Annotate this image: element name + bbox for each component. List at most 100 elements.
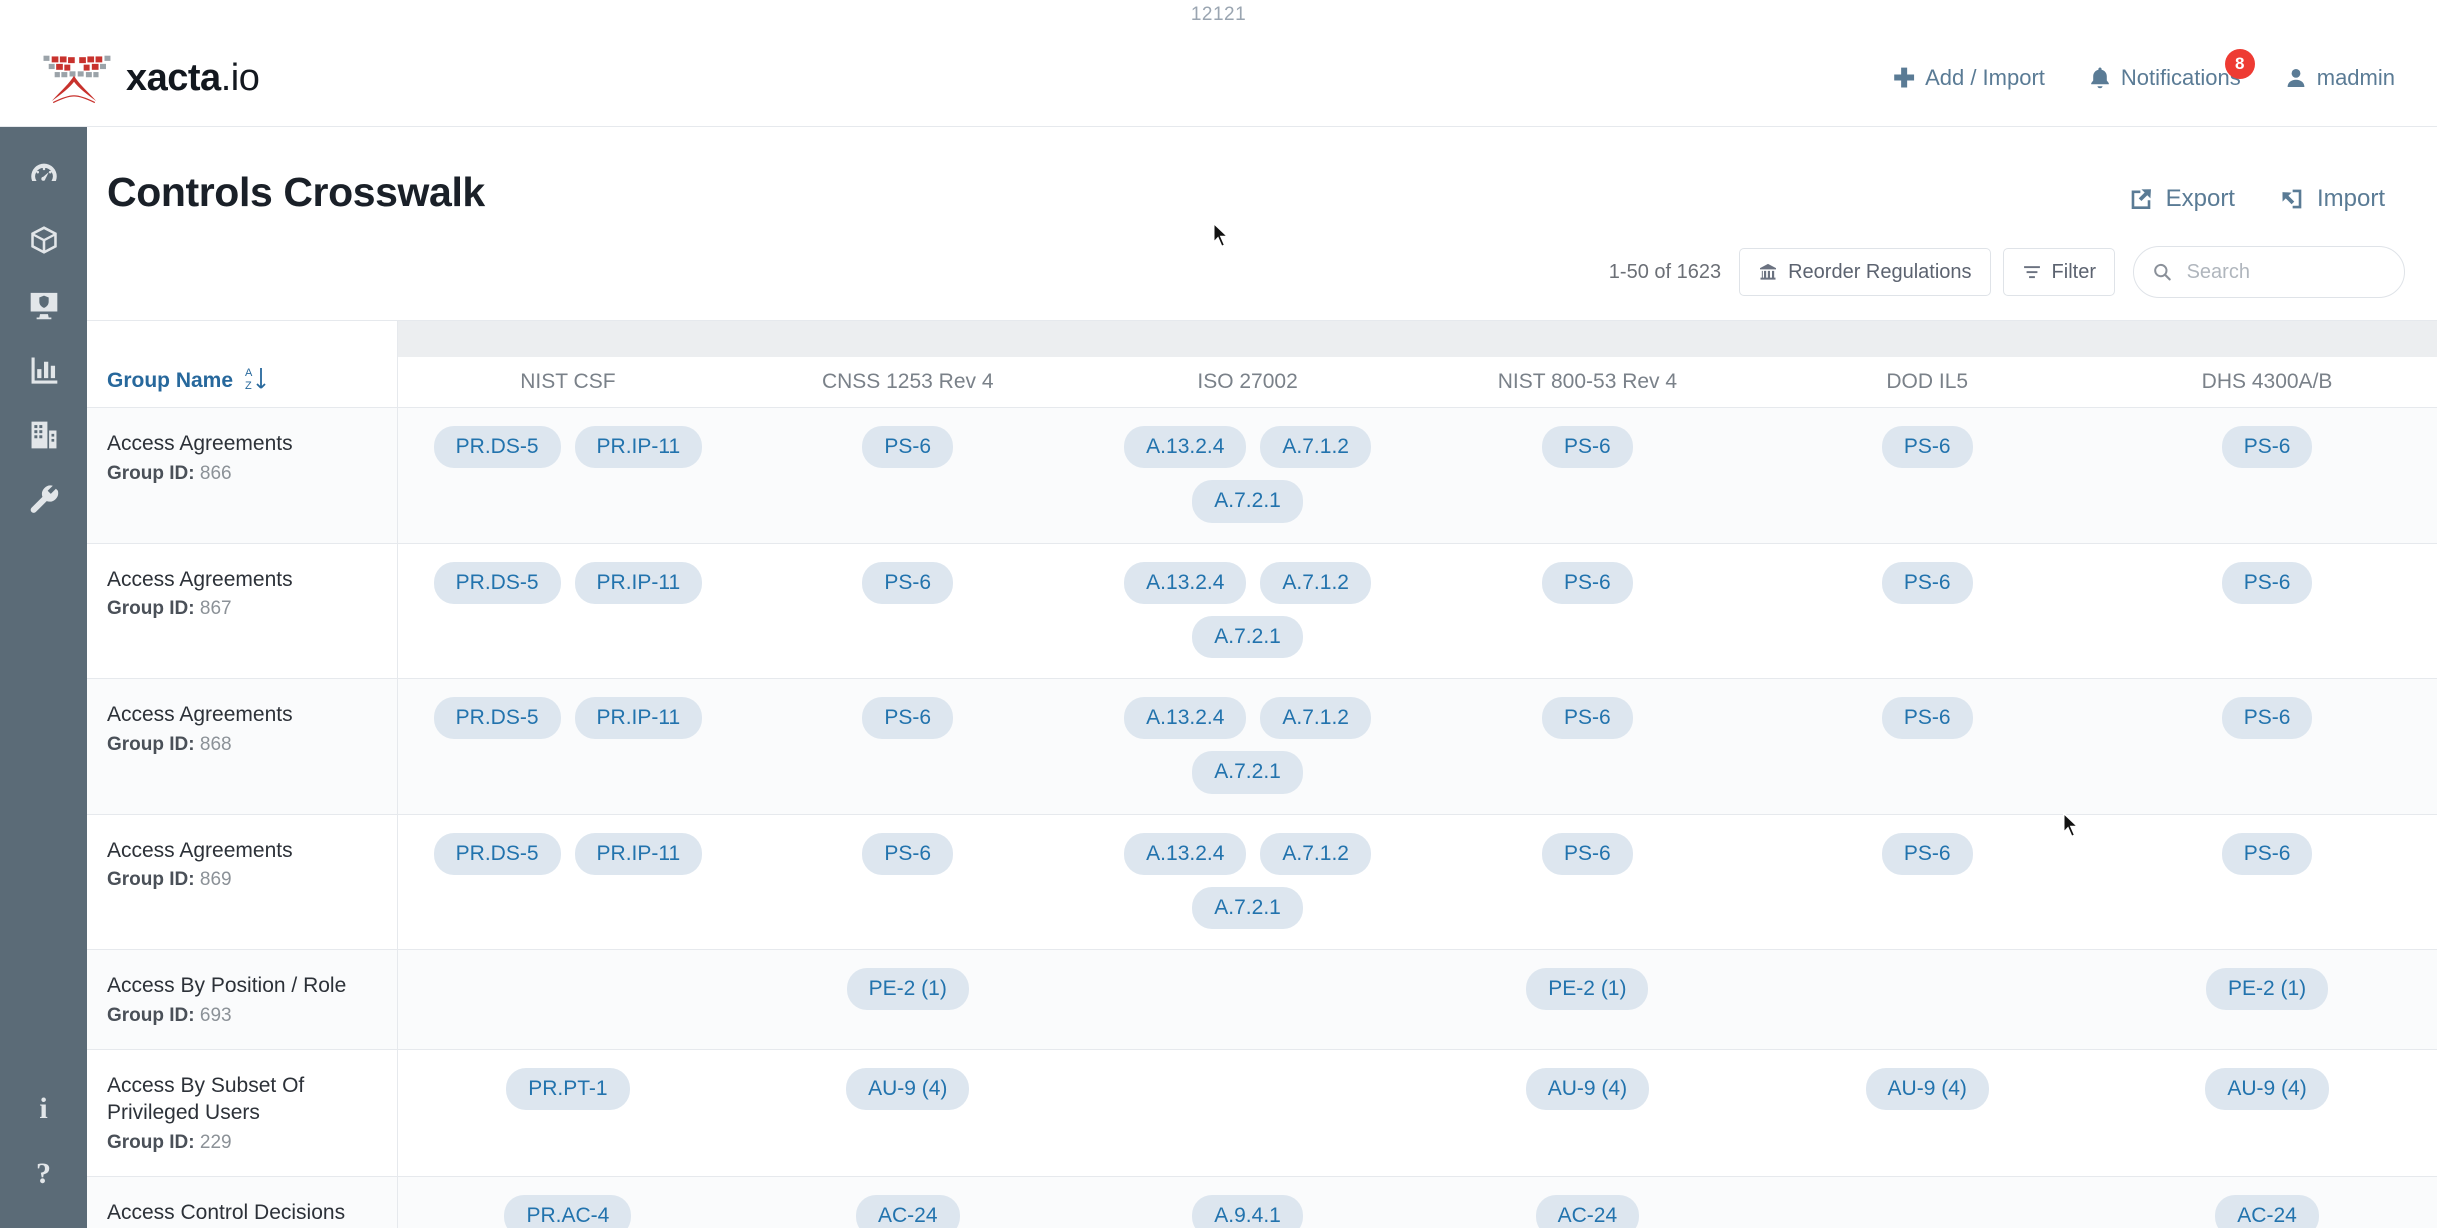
column-header[interactable]: DOD IL5	[1757, 370, 2097, 394]
column-header[interactable]: NIST 800-53 Rev 4	[1417, 370, 1757, 394]
regulation-cell: PS-6	[1417, 679, 1757, 814]
control-pill[interactable]: PS-6	[1881, 697, 1973, 740]
group-id-label: Group ID:	[107, 462, 195, 484]
control-pill[interactable]: PR.DS-5	[433, 832, 561, 875]
group-id-label: Group ID:	[107, 733, 195, 755]
sidebar-item-assets[interactable]	[0, 207, 87, 272]
table-row[interactable]: Access Control Decisions PR.AC-4 AC-24 A.9.…	[87, 1176, 2437, 1228]
regulation-cell: PS-6	[1757, 679, 2097, 814]
gauge-icon	[30, 163, 57, 181]
regulation-cell: PS-6	[1417, 815, 1757, 950]
control-pill[interactable]: PS-6	[862, 426, 954, 469]
user-name: madmin	[2316, 65, 2395, 90]
table-row[interactable]: Access Agreements Group ID: 867 PR.DS-5 PR.…	[87, 542, 2437, 679]
control-pill[interactable]: PR.DS-5	[433, 697, 561, 740]
control-pill[interactable]: A.7.2.1	[1192, 886, 1303, 929]
control-pill[interactable]: A.7.2.1	[1192, 480, 1303, 523]
control-pill[interactable]: AU-9 (4)	[1865, 1067, 1989, 1110]
filter-button[interactable]: Filter	[2002, 248, 2115, 296]
regulation-cell: PS-6	[2097, 679, 2437, 814]
add-import-button[interactable]: ✚ Add / Import	[1893, 65, 2045, 91]
table-row[interactable]: Access Agreements Group ID: 868 PR.DS-5 PR.…	[87, 678, 2437, 814]
control-pill[interactable]: A.13.2.4	[1124, 426, 1247, 469]
control-pill[interactable]: PS-6	[1542, 832, 1633, 875]
control-pill[interactable]: AC-24	[855, 1195, 960, 1228]
control-pill[interactable]: A.13.2.4	[1124, 561, 1247, 604]
control-pill[interactable]: PS-6	[1542, 426, 1633, 469]
group-id: Group ID: 693	[107, 1005, 375, 1027]
sidebar-item-dashboard[interactable]	[0, 142, 87, 207]
regulation-cell: A.13.2.4 A.7.1.2 A.7.2.1	[1078, 544, 1418, 679]
control-pill[interactable]: AU-9 (4)	[846, 1067, 970, 1110]
control-pill[interactable]: A.9.4.1	[1192, 1195, 1303, 1228]
control-pill[interactable]: PS-6	[862, 697, 954, 740]
control-pill[interactable]: PS-6	[1881, 561, 1973, 604]
column-header[interactable]: NIST CSF	[398, 370, 738, 394]
control-pill[interactable]: AU-9 (4)	[1525, 1067, 1650, 1110]
brand[interactable]: xacta.io	[36, 49, 260, 107]
sidebar-item-reports[interactable]	[0, 337, 87, 402]
notifications-button[interactable]: Notifications 8	[2089, 49, 2255, 91]
column-header[interactable]: ISO 27002	[1078, 370, 1418, 394]
control-pill[interactable]: PE-2 (1)	[2205, 968, 2329, 1011]
control-pill[interactable]: PS-6	[1881, 832, 1973, 875]
control-pill[interactable]: PE-2 (1)	[846, 968, 969, 1011]
sidebar-item-settings[interactable]	[0, 467, 87, 532]
control-pill[interactable]: PS-6	[1542, 697, 1633, 740]
group-name: Access Agreements	[107, 567, 293, 591]
control-pill[interactable]: A.7.2.1	[1192, 615, 1303, 658]
table-row[interactable]: Access Agreements Group ID: 866 PR.DS-5 PR.…	[87, 407, 2437, 543]
sidebar-item-security[interactable]	[0, 272, 87, 337]
control-pill[interactable]: A.7.2.1	[1192, 751, 1303, 794]
control-pill[interactable]: AC-24	[1535, 1195, 1640, 1228]
search-box[interactable]	[2133, 246, 2405, 298]
control-pill[interactable]: A.7.1.2	[1260, 426, 1371, 469]
control-pill[interactable]: A.7.1.2	[1260, 832, 1371, 875]
control-pill[interactable]: PS-6	[862, 561, 954, 604]
control-pill[interactable]: PE-2 (1)	[1526, 968, 1649, 1011]
group-name-header[interactable]: Group Name A Z	[87, 321, 398, 407]
control-pill[interactable]: PR.PT-1	[506, 1067, 630, 1110]
control-pill[interactable]: A.7.1.2	[1260, 561, 1371, 604]
sidebar-item-info[interactable]: i	[0, 1076, 87, 1141]
table-row[interactable]: Access By Position / Role Group ID: 693 PE…	[87, 949, 2437, 1049]
control-pill[interactable]: AC-24	[2215, 1195, 2319, 1228]
import-icon	[2282, 189, 2302, 209]
main-content: Controls Crosswalk Export Import 1-50 of…	[87, 127, 2437, 1228]
column-header[interactable]: DHS 4300A/B	[2097, 370, 2437, 394]
control-pill[interactable]: PS-6	[862, 832, 954, 875]
control-pill[interactable]: PR.AC-4	[504, 1195, 632, 1228]
export-label: Export	[2165, 185, 2235, 212]
control-pill[interactable]: PS-6	[2221, 426, 2313, 469]
control-pill[interactable]: PR.DS-5	[433, 561, 561, 604]
notifications-label: Notifications	[2120, 65, 2241, 90]
sidebar-item-organization[interactable]	[0, 402, 87, 467]
export-button[interactable]: Export	[2128, 185, 2235, 213]
control-pill[interactable]: A.13.2.4	[1124, 832, 1247, 875]
import-button[interactable]: Import	[2279, 185, 2385, 213]
control-pill[interactable]: PR.IP-11	[574, 561, 703, 604]
search-input[interactable]	[2184, 259, 2386, 285]
regulation-cell: PE-2 (1)	[738, 950, 1078, 1049]
control-pill[interactable]: PS-6	[2221, 561, 2313, 604]
control-pill[interactable]: PS-6	[1881, 426, 1973, 469]
control-pill[interactable]: A.7.1.2	[1260, 697, 1371, 740]
control-pill[interactable]: PR.IP-11	[574, 426, 703, 469]
table-row[interactable]: Access By Subset Of Privileged Users Grou…	[87, 1048, 2437, 1177]
control-pill[interactable]: A.13.2.4	[1124, 697, 1247, 740]
control-pill[interactable]: PS-6	[1542, 561, 1633, 604]
control-pill[interactable]: PR.IP-11	[574, 832, 703, 875]
control-pill[interactable]: PR.DS-5	[433, 426, 561, 469]
control-pill[interactable]: PS-6	[2221, 832, 2313, 875]
filter-icon	[2023, 266, 2040, 279]
control-pill[interactable]: AU-9 (4)	[2205, 1067, 2329, 1110]
table-row[interactable]: Access Agreements Group ID: 869 PR.DS-5 PR.…	[87, 813, 2437, 950]
control-pill[interactable]: PS-6	[2221, 697, 2313, 740]
reorder-regulations-button[interactable]: Reorder Regulations	[1739, 248, 1991, 296]
regulation-cells: PR.DS-5 PR.IP-11 PS-6 A.13.2.4 A.7.1.2 A.7.2.…	[398, 679, 2437, 814]
column-header[interactable]: CNSS 1253 Rev 4	[738, 370, 1078, 394]
user-menu-button[interactable]: madmin	[2285, 65, 2395, 91]
sidebar-item-help[interactable]: ?	[0, 1141, 87, 1206]
group-id-label: Group ID:	[107, 1132, 195, 1154]
control-pill[interactable]: PR.IP-11	[574, 697, 703, 740]
